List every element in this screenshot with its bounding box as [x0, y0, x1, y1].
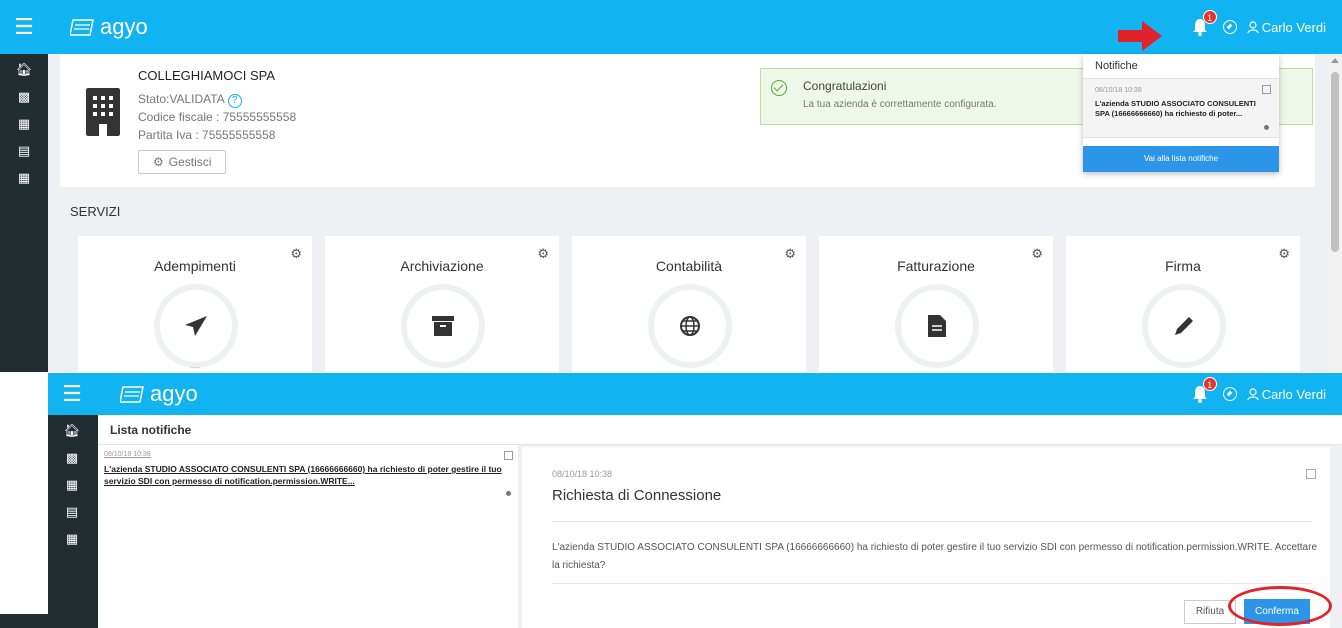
service-title: Adempimenti: [154, 258, 236, 274]
gears-icon[interactable]: ⚙︎: [537, 246, 549, 262]
paper-plane-icon: [154, 284, 238, 368]
grid-icon[interactable]: ▦: [48, 525, 96, 552]
service-card-contabilita[interactable]: Contabilità ⚙︎: [572, 236, 806, 372]
notification-detail: 08/10/18 10:38 Richiesta di Connessione …: [522, 447, 1330, 628]
logo[interactable]: agyo: [120, 381, 198, 407]
red-annotation-arrow-icon: [1118, 21, 1162, 51]
services-title: SERVIZI: [70, 204, 121, 219]
logo-text: agyo: [100, 14, 148, 39]
grid-icon[interactable]: ▦: [0, 164, 48, 191]
logo-icon: [70, 19, 94, 36]
user-menu[interactable]: Carlo Verdi: [1247, 387, 1326, 402]
detail-text: L'azienda STUDIO ASSOCIATO CONSULENTI SP…: [552, 542, 1318, 571]
hamburger-menu-icon[interactable]: ☰: [48, 383, 96, 405]
mark-read-checkbox[interactable]: [1262, 85, 1271, 94]
top-sidebar: 🏠︎ ▩ ▦ ▤ ▦: [0, 54, 48, 372]
service-card-firma[interactable]: Firma ⚙︎: [1066, 236, 1300, 372]
check-circle-icon: [771, 80, 787, 96]
gear-icon: ⚙: [153, 155, 164, 169]
notifications-page: 08/10/18 10:38 L'azienda STUDIO ASSOCIAT…: [98, 445, 1342, 628]
gears-icon[interactable]: ⚙︎: [1031, 246, 1043, 262]
building-icon[interactable]: ▦: [48, 471, 96, 498]
hamburger-menu-icon[interactable]: ☰: [0, 16, 48, 38]
mark-read-checkbox[interactable]: [1306, 469, 1316, 479]
alert-text: La tua azienda è correttamente configura…: [803, 99, 997, 110]
detail-title: Richiesta di Connessione: [552, 487, 722, 504]
scroll-up-arrow-icon[interactable]: [1331, 58, 1339, 63]
notification-date: 08/10/18 10:38: [1095, 87, 1142, 94]
scrollbar[interactable]: [1328, 54, 1342, 372]
service-title: Fatturazione: [897, 258, 975, 274]
red-annotation-circle: [1228, 586, 1332, 626]
unread-dot-icon: [1264, 125, 1269, 130]
notifications-dropdown: Notifiche 08/10/18 10:38 L'azienda STUDI…: [1083, 54, 1279, 172]
page-title-bar: Lista notifiche: [98, 415, 1342, 445]
briefcase-icon[interactable]: ▩: [48, 444, 96, 471]
company-name: COLLEGHIAMOCI SPA: [138, 68, 276, 83]
company-vat: Partita Iva : 75555555558: [138, 128, 276, 142]
unread-dot-icon: [506, 491, 511, 496]
company-fiscal-code: Codice fiscale : 75555555558: [138, 110, 297, 124]
logo-text: agyo: [150, 381, 198, 406]
alert-title: Congratulazioni: [803, 79, 887, 93]
id-card-icon[interactable]: ▤: [0, 137, 48, 164]
user-icon: [1247, 21, 1259, 33]
globe-icon: [648, 284, 732, 368]
service-card-fatturazione[interactable]: Fatturazione ⚙︎: [819, 236, 1053, 372]
dropdown-notification-item[interactable]: 08/10/18 10:38 L'azienda STUDIO ASSOCIAT…: [1083, 78, 1279, 138]
notification-list: 08/10/18 10:38 L'azienda STUDIO ASSOCIAT…: [98, 445, 518, 628]
notification-text: L'azienda STUDIO ASSOCIATO CONSULENTI SP…: [1095, 99, 1256, 118]
compass-icon[interactable]: [1222, 20, 1237, 34]
bottom-header: ☰ agyo 1 Carlo Verdi: [48, 373, 1342, 415]
notifications-bell-icon[interactable]: 1: [1189, 10, 1217, 38]
archive-icon: [401, 284, 485, 368]
notification-date: 08/10/18 10:38: [104, 451, 151, 458]
scrollbar-thumb[interactable]: [1331, 72, 1339, 252]
company-status: Stato:VALIDATA: [138, 92, 225, 106]
building-icon[interactable]: ▦: [0, 110, 48, 137]
notification-text[interactable]: L'azienda STUDIO ASSOCIATO CONSULENTI SP…: [104, 463, 514, 487]
service-title: Firma: [1165, 258, 1201, 274]
home-icon[interactable]: 🏠︎: [48, 417, 96, 444]
page-title: Lista notifiche: [110, 423, 192, 437]
company-building-icon: [86, 88, 120, 136]
notification-count-badge: 1: [1202, 377, 1217, 391]
briefcase-icon[interactable]: ▩: [0, 83, 48, 110]
gears-icon[interactable]: ⚙︎: [290, 246, 302, 262]
divider: [552, 583, 1312, 584]
view-all-notifications-button[interactable]: Vai alla lista notifiche: [1083, 146, 1279, 172]
manage-label: Gestisci: [168, 155, 212, 169]
notifications-bell-icon[interactable]: 1: [1189, 377, 1217, 405]
bottom-sidebar: 🏠︎ ▩ ▦ ▤ ▦: [48, 415, 98, 628]
user-name: Carlo Verdi: [1261, 19, 1326, 35]
help-icon[interactable]: ?: [227, 94, 242, 108]
gears-icon[interactable]: ⚙︎: [784, 246, 796, 262]
mark-read-checkbox[interactable]: [504, 451, 513, 460]
logo[interactable]: agyo: [70, 14, 148, 40]
service-card-adempimenti[interactable]: Adempimenti ⚙︎ —: [78, 236, 312, 372]
user-name: Carlo Verdi: [1261, 386, 1326, 402]
id-card-icon[interactable]: ▤: [48, 498, 96, 525]
divider: [552, 521, 1312, 522]
manage-button[interactable]: ⚙ Gestisci: [138, 150, 227, 174]
compass-icon[interactable]: [1222, 387, 1237, 401]
detail-date: 08/10/18 10:38: [552, 469, 613, 479]
service-card-archiviazione[interactable]: Archiviazione ⚙︎: [325, 236, 559, 372]
notification-count-badge: 1: [1202, 10, 1217, 24]
gears-icon[interactable]: ⚙︎: [1278, 246, 1290, 262]
service-title: Archiviazione: [400, 258, 484, 274]
dropdown-title: Notifiche: [1095, 60, 1138, 72]
pencil-icon: [1142, 284, 1226, 368]
company-status-row: Stato:VALIDATA?: [138, 92, 242, 108]
home-icon[interactable]: 🏠︎: [0, 56, 48, 83]
user-menu[interactable]: Carlo Verdi: [1247, 20, 1326, 35]
user-icon: [1247, 388, 1259, 400]
logo-icon: [120, 386, 144, 403]
file-icon: [895, 284, 979, 368]
service-title: Contabilità: [655, 258, 723, 274]
